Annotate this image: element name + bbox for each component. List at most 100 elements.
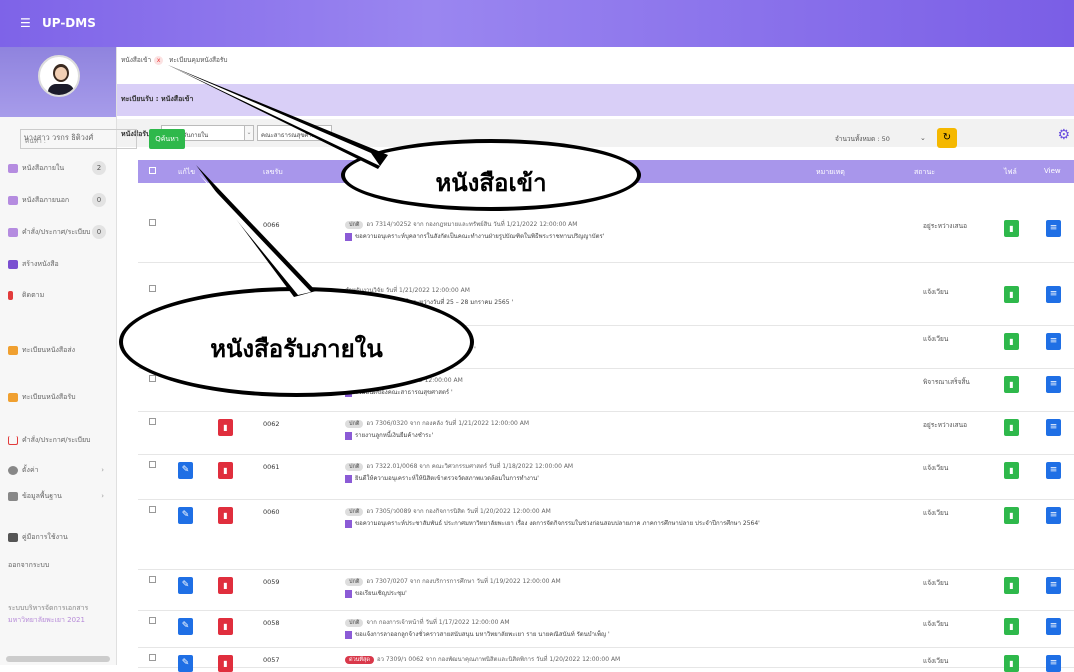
- refresh-icon[interactable]: ↻: [937, 128, 957, 148]
- search-input[interactable]: ค้นหา :: [20, 129, 137, 149]
- total-count: จำนวนทั้งหมด : 50: [835, 135, 890, 143]
- edit-button[interactable]: ✎: [178, 577, 193, 594]
- view-icon[interactable]: ≡: [1046, 220, 1061, 237]
- mail-receive-icon: [8, 392, 18, 402]
- file-icon[interactable]: ▮: [1004, 376, 1019, 393]
- tab-receive-register[interactable]: ทะเบียนคุมหนังสือรับ: [169, 56, 227, 64]
- count-badge: 0: [92, 225, 106, 239]
- status-text: แจ้งเวียน: [923, 335, 949, 343]
- status-text: พิจารณาเสร็จสิ้น: [923, 378, 970, 386]
- delete-button[interactable]: ▮: [218, 419, 233, 436]
- sidebar-item-send-register[interactable]: ทะเบียนหนังสือส่ง: [8, 342, 112, 358]
- sidebar-item-settings[interactable]: ตั้งค่า ›: [8, 462, 112, 478]
- doc-edit-icon: [8, 259, 18, 269]
- file-icon[interactable]: ▮: [1004, 507, 1019, 524]
- view-icon[interactable]: ≡: [1046, 618, 1061, 635]
- row-checkbox[interactable]: [149, 418, 156, 425]
- row-checkbox[interactable]: [149, 219, 156, 226]
- sidebar-item-base-data[interactable]: ข้อมูลพื้นฐาน ›: [8, 488, 112, 504]
- file-icon[interactable]: ▮: [1004, 220, 1019, 237]
- breadcrumb: หนังสือเข้า x ทะเบียนคุมหนังสือรับ: [121, 55, 228, 65]
- sidebar-item-receive-register[interactable]: ทะเบียนหนังสือรับ: [8, 389, 112, 405]
- priority-badge: ปกติ: [345, 463, 364, 471]
- sidebar-item-follow[interactable]: ติดตาม: [8, 287, 112, 303]
- priority-badge: ปกติ: [345, 578, 364, 586]
- row-checkbox[interactable]: [149, 576, 156, 583]
- chevron-right-icon: ›: [101, 492, 104, 500]
- document-icon: [345, 431, 352, 440]
- status-text: แจ้งเวียน: [923, 464, 949, 472]
- doc-subject[interactable]: ขอความอนุเคราะห์ประชาสัมพันธ์ ประกาศมหาว…: [345, 518, 945, 529]
- view-icon[interactable]: ≡: [1046, 419, 1061, 436]
- view-icon[interactable]: ≡: [1046, 655, 1061, 672]
- doc-subject[interactable]: ขอความอนุเคราะห์บุคลากรในสังกัดเป็นคณะทำ…: [345, 231, 945, 242]
- document-icon: [345, 630, 352, 639]
- row-checkbox[interactable]: [149, 375, 156, 382]
- row-checkbox[interactable]: [149, 461, 156, 468]
- doc-subject[interactable]: ยินดีให้ความอนุเคราะห์ให้นิสิตเข้าตรวจวั…: [345, 473, 945, 484]
- tab-incoming[interactable]: หนังสือเข้า: [121, 56, 151, 64]
- sidebar-item-orders[interactable]: คำสั่ง/ประกาศ/ระเบียบ 0: [8, 224, 112, 240]
- file-icon[interactable]: ▮: [1004, 419, 1019, 436]
- gear-icon[interactable]: ⚙: [1057, 127, 1070, 143]
- file-icon[interactable]: ▮: [1004, 655, 1019, 672]
- row-checkbox[interactable]: [149, 617, 156, 624]
- sidebar-scrollbar[interactable]: [6, 656, 110, 662]
- avatar[interactable]: [38, 55, 80, 97]
- sidebar-item-external[interactable]: หนังสือภายนอก 0: [8, 192, 112, 208]
- sidebar-item-logout[interactable]: ออกจากระบบ: [8, 557, 112, 573]
- doc-reference: ปกติ อว 7314/ว0252 จาก กองกฎหมายและทรัพย์…: [345, 219, 577, 229]
- delete-button[interactable]: ▮: [218, 462, 233, 479]
- doc-subject[interactable]: ร่วมยินดีของคณะสาธารณสุขศาสตร์ ': [345, 387, 945, 398]
- view-icon[interactable]: ≡: [1046, 462, 1061, 479]
- app-brand[interactable]: UP-DMS: [42, 16, 96, 30]
- search-button[interactable]: Qค้นหา: [149, 129, 185, 149]
- delete-button[interactable]: ▮: [218, 577, 233, 594]
- file-icon[interactable]: ▮: [1004, 333, 1019, 350]
- receive-no: 0059: [263, 578, 280, 586]
- priority-badge: ปกติ: [345, 508, 364, 516]
- sidebar-item-create[interactable]: สร้างหนังสือ: [8, 256, 112, 272]
- delete-button[interactable]: ▮: [218, 655, 233, 672]
- receive-no: 0062: [263, 420, 280, 428]
- delete-button[interactable]: ▮: [218, 618, 233, 635]
- view-icon[interactable]: ≡: [1046, 333, 1061, 350]
- file-icon[interactable]: ▮: [1004, 577, 1019, 594]
- row-checkbox[interactable]: [149, 506, 156, 513]
- view-icon[interactable]: ≡: [1046, 376, 1061, 393]
- doc-subject[interactable]: รายงานลูกหนี้เงินยืมค้างชำระ': [345, 430, 945, 441]
- doc-reference: ปกติ อว 7307/0207 จาก กองบริการการศึกษา ว…: [345, 576, 561, 586]
- row-checkbox[interactable]: [149, 285, 156, 292]
- doc-subject[interactable]: ขอแจ้งการลาออกลูกจ้างชั่วคราวสายสนับสนุน…: [345, 629, 945, 640]
- edit-button[interactable]: ✎: [178, 507, 193, 524]
- sidebar-item-regulations[interactable]: คำสั่ง/ประกาศ/ระเบียบ: [8, 432, 112, 448]
- callout-internal: หนังสือรับภายใน: [119, 287, 474, 397]
- file-icon[interactable]: ▮: [1004, 462, 1019, 479]
- close-tab-icon[interactable]: x: [154, 56, 164, 65]
- doc-subject[interactable]: นำเสนอผลงานวิจัย ในระหว่างวันที่ 25 – 28…: [345, 297, 945, 308]
- view-icon[interactable]: ≡: [1046, 507, 1061, 524]
- document-icon: [345, 474, 352, 483]
- doc-reference: ปกติ อว 7305/ว0089 จาก กองกิจการนิสิต วัน…: [345, 506, 551, 516]
- profile-header: [0, 47, 116, 117]
- faculty-select[interactable]: คณะสาธารณสุขศาสตร์: [257, 125, 332, 141]
- edit-button[interactable]: ✎: [178, 462, 193, 479]
- receive-no: 0066: [263, 221, 280, 229]
- receive-no: 0060: [263, 508, 280, 516]
- row-checkbox[interactable]: [149, 654, 156, 661]
- edit-button[interactable]: ✎: [178, 655, 193, 672]
- document-icon: [345, 519, 352, 528]
- delete-button[interactable]: ▮: [218, 507, 233, 524]
- sidebar-item-manual[interactable]: คู่มือการใช้งาน: [8, 529, 112, 545]
- chevron-down-icon[interactable]: ⌄: [920, 134, 926, 142]
- view-icon[interactable]: ≡: [1046, 286, 1061, 303]
- select-all-checkbox[interactable]: [149, 167, 156, 174]
- file-icon[interactable]: ▮: [1004, 618, 1019, 635]
- hamburger-menu-icon[interactable]: ☰: [20, 16, 31, 30]
- edit-button[interactable]: ✎: [178, 618, 193, 635]
- doc-subject[interactable]: ขอเรียนเชิญประชุม': [345, 588, 945, 599]
- file-icon[interactable]: ▮: [1004, 286, 1019, 303]
- sidebar-item-internal[interactable]: หนังสือภายใน 2: [8, 160, 112, 176]
- doc-reference: ปกติ อว 7322.01/0068 จาก คณะวิศวกรรมศาสตร…: [345, 461, 573, 471]
- view-icon[interactable]: ≡: [1046, 577, 1061, 594]
